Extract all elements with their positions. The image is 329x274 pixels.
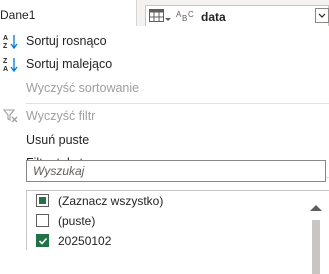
- table-grid-icon[interactable]: [149, 9, 171, 24]
- list-item-label: (Zaznacz wszystko): [58, 194, 164, 208]
- list-item-label: (puste): [58, 214, 96, 228]
- value-list-scrollbar[interactable]: [302, 200, 329, 274]
- text-type-icon: A B C: [176, 9, 196, 23]
- menu-item-label: Sortuj malejąco: [26, 57, 113, 71]
- menu-item-label: Usuń puste: [26, 133, 90, 147]
- column-header[interactable]: A B C data: [145, 5, 329, 26]
- checkmark-icon: [38, 237, 48, 245]
- menu-item-sort-ascending[interactable]: A Z Sortuj rosnąco: [0, 30, 329, 52]
- sheet-tab[interactable]: Dane1: [0, 0, 137, 26]
- list-item-label: 20250102: [58, 234, 112, 248]
- sort-descending-icon: Z A: [3, 56, 19, 73]
- menu-item-sort-descending[interactable]: Z A Sortuj malejąco: [0, 53, 329, 75]
- menu-item-clear-filter[interactable]: Wyczyść filtr: [0, 105, 329, 127]
- svg-text:Z: Z: [3, 58, 8, 65]
- checkbox-checked[interactable]: [36, 234, 49, 247]
- svg-text:A: A: [3, 35, 8, 42]
- list-item-blank[interactable]: (puste): [27, 211, 307, 231]
- svg-text:Z: Z: [3, 43, 8, 50]
- menu-item-clear-sort[interactable]: Wyczyść sortowanie: [0, 77, 329, 99]
- search-input[interactable]: [26, 160, 326, 182]
- sheet-name: Dane1: [0, 8, 36, 22]
- clear-filter-icon: [2, 108, 19, 124]
- list-item-value[interactable]: 20250102: [27, 231, 307, 250]
- svg-text:C: C: [188, 10, 194, 19]
- svg-text:A: A: [3, 66, 8, 73]
- menu-item-label: Sortuj rosnąco: [26, 34, 107, 48]
- top-bar: Dane1 A B C data: [0, 0, 329, 26]
- sort-ascending-icon: A Z: [3, 33, 19, 50]
- list-item-select-all[interactable]: (Zaznacz wszystko): [27, 191, 307, 211]
- column-name: data: [201, 10, 226, 24]
- svg-text:B: B: [182, 14, 187, 23]
- scroll-thumb[interactable]: [312, 220, 320, 274]
- column-filter-dropdown-button[interactable]: [315, 8, 329, 23]
- menu-item-label: Wyczyść filtr: [26, 109, 96, 123]
- menu-item-label: Wyczyść sortowanie: [26, 81, 140, 95]
- menu-separator: [26, 103, 329, 104]
- value-list: (Zaznacz wszystko) (puste) 20250102: [26, 190, 329, 250]
- scroll-up-arrow-icon[interactable]: [310, 205, 322, 211]
- checkbox-partial[interactable]: [36, 194, 49, 207]
- checkbox-unchecked[interactable]: [36, 214, 49, 227]
- menu-item-remove-empty[interactable]: Usuń puste: [0, 129, 329, 151]
